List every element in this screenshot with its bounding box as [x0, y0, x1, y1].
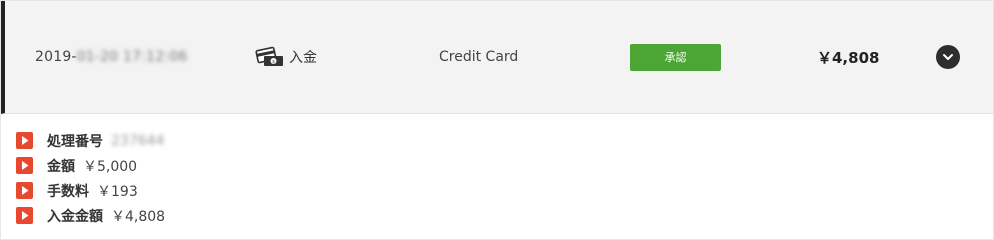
card-and-cash-icon: $: [255, 46, 283, 66]
detail-value: ￥4,808: [111, 208, 166, 225]
detail-label: 手数料: [47, 183, 89, 200]
expand-toggle-button[interactable]: [936, 45, 960, 69]
transaction-date: 2019- 01-20 17:12:06: [35, 1, 188, 113]
play-marker-icon: [16, 157, 33, 174]
toggle-cell: [936, 1, 960, 113]
transaction-details: 処理番号 237644 金額 ￥5,000 手数料 ￥193 入金金額 ￥4,8…: [1, 114, 993, 228]
detail-row-deposit-amount: 入金金額 ￥4,808: [16, 203, 993, 228]
detail-value: ￥193: [97, 183, 138, 200]
detail-value: ￥5,000: [83, 158, 138, 175]
payment-method: Credit Card: [439, 49, 519, 65]
play-marker-icon: [16, 182, 33, 199]
transaction-type: $ 入金: [255, 1, 317, 113]
status-cell: 承認: [630, 1, 721, 113]
svg-text:$: $: [272, 59, 275, 65]
detail-row-fee: 手数料 ￥193: [16, 178, 993, 203]
transaction-amount: ￥4,808: [817, 48, 880, 67]
transaction-card: 2019- 01-20 17:12:06 $ 入金 Credit Card 承認 …: [0, 0, 994, 240]
detail-row-amount: 金額 ￥5,000: [16, 153, 993, 178]
detail-label: 処理番号: [47, 133, 103, 150]
detail-row-processing-number: 処理番号 237644: [16, 128, 993, 153]
detail-value-blurred: 237644: [111, 132, 165, 149]
detail-label: 金額: [47, 158, 75, 175]
date-prefix: 2019-: [35, 49, 77, 65]
play-marker-icon: [16, 132, 33, 149]
date-rest-blurred: 01-20 17:12:06: [76, 49, 188, 65]
transaction-type-label: 入金: [289, 50, 317, 66]
chevron-down-icon: [943, 54, 953, 60]
detail-label: 入金金額: [47, 208, 103, 225]
transaction-summary-row[interactable]: 2019- 01-20 17:12:06 $ 入金 Credit Card 承認 …: [1, 1, 993, 114]
status-badge: 承認: [630, 43, 721, 71]
play-marker-icon: [16, 207, 33, 224]
